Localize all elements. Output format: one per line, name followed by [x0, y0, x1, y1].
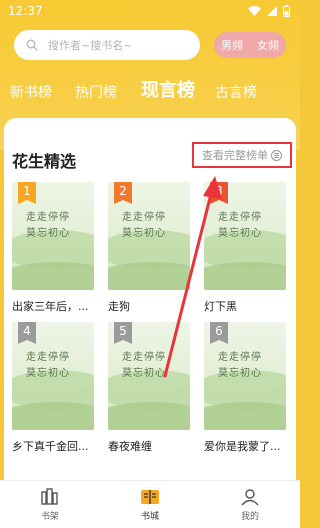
book-title: 出家三年后，... — [12, 300, 89, 313]
search-input[interactable]: 搜作者~搜书名~ — [14, 30, 200, 60]
bookshelf-icon — [41, 487, 58, 505]
cover-calligraphy: 走走停停 莫忘初心 — [218, 352, 262, 379]
nav-bookstore-label: 书城 — [140, 511, 159, 522]
rank-badge: 3 — [210, 182, 228, 204]
section-title: 花生精选 — [12, 152, 77, 171]
search-row: 搜作者~搜书名~ 男频 女频 — [14, 30, 286, 60]
gender-female-option[interactable]: 女频 — [254, 35, 282, 55]
book-title: 灯下黑 — [204, 300, 237, 313]
wifi-icon — [248, 6, 261, 16]
list-icon — [271, 149, 282, 161]
status-time: 12:37 — [8, 4, 43, 18]
search-placeholder: 搜作者~搜书名~ — [48, 39, 133, 52]
cover-calligraphy: 走走停停 莫忘初心 — [26, 352, 70, 379]
view-full-list-link[interactable]: 查看完整榜单 — [192, 142, 292, 168]
book-cover: 走走停停 莫忘初心 · · · · · · · · 4 — [12, 322, 94, 430]
signal-icon — [267, 6, 277, 16]
tab-popular[interactable]: 热门榜 — [75, 82, 117, 102]
view-full-list-label: 查看完整榜单 — [202, 149, 268, 162]
book-title: 爱你是我蒙了... — [204, 440, 281, 453]
ranking-tabs: 新书榜 热门榜 现言榜 古言榜 — [0, 76, 300, 102]
search-icon — [26, 39, 38, 51]
cover-calligraphy: 走走停停 莫忘初心 — [26, 212, 70, 239]
tab-ancient-romance[interactable]: 古言榜 — [215, 82, 257, 102]
book-card[interactable]: 走走停停 莫忘初心 · · · · · · · · 4 乡下真千金回... — [12, 322, 94, 454]
nav-profile[interactable]: 我的 — [200, 488, 300, 522]
gender-male-option[interactable]: 男频 — [218, 35, 246, 55]
book-card[interactable]: 走走停停 莫忘初心 · · · · · · · · 3 灯下黑 — [204, 182, 286, 314]
status-bar: 12:37 — [0, 0, 300, 22]
cover-calligraphy: 走走停停 莫忘初心 — [122, 352, 166, 379]
tab-modern-romance[interactable]: 现言榜 — [141, 76, 195, 102]
book-card[interactable]: 走走停停 莫忘初心 · · · · · · · · 1 出家三年后，... — [12, 182, 94, 314]
book-cover: 走走停停 莫忘初心 · · · · · · · · 3 — [204, 182, 286, 290]
battery-icon — [283, 5, 290, 17]
book-title: 春夜难缠 — [108, 440, 152, 453]
book-title: 乡下真千金回... — [12, 440, 89, 453]
status-icons — [248, 5, 290, 17]
rank-badge: 2 — [114, 182, 132, 204]
book-cover: 走走停停 莫忘初心 · · · · · · · · 5 — [108, 322, 190, 430]
book-cover: 走走停停 莫忘初心 · · · · · · · · 6 — [204, 322, 286, 430]
rank-badge: 1 — [18, 182, 36, 204]
cover-calligraphy: 走走停停 莫忘初心 — [218, 212, 262, 239]
content-panel: 花生精选 查看完整榜单 走走停停 莫忘初心 · · · · · · · · 1 出… — [4, 118, 296, 480]
gender-toggle[interactable]: 男频 女频 — [214, 32, 286, 58]
book-card[interactable]: 走走停停 莫忘初心 · · · · · · · · 6 爱你是我蒙了... — [204, 322, 286, 454]
nav-profile-label: 我的 — [240, 511, 259, 522]
book-card[interactable]: 走走停停 莫忘初心 · · · · · · · · 5 春夜难缠 — [108, 322, 190, 454]
rank-badge: 6 — [210, 322, 228, 344]
book-cover: 走走停停 莫忘初心 · · · · · · · · 1 — [12, 182, 94, 290]
book-cover: 走走停停 莫忘初心 · · · · · · · · 2 — [108, 182, 190, 290]
rank-badge: 5 — [114, 322, 132, 344]
nav-bookshelf-label: 书架 — [40, 511, 59, 522]
cover-calligraphy: 走走停停 莫忘初心 — [122, 212, 166, 239]
bottom-nav: 书架 书城 我的 — [0, 480, 300, 528]
bookstore-icon — [141, 489, 159, 504]
book-title: 走狗 — [108, 300, 130, 313]
nav-bookstore[interactable]: 书城 — [100, 488, 200, 522]
profile-icon — [241, 488, 259, 505]
rank-badge: 4 — [18, 322, 36, 344]
book-card[interactable]: 走走停停 莫忘初心 · · · · · · · · 2 走狗 — [108, 182, 190, 314]
tab-new-books[interactable]: 新书榜 — [10, 82, 52, 102]
nav-bookshelf[interactable]: 书架 — [0, 487, 100, 522]
